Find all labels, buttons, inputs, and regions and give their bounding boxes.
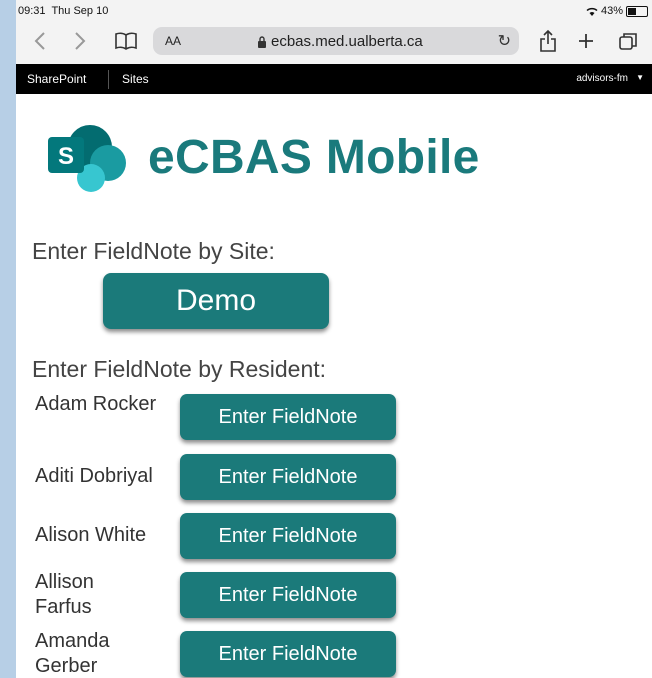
url-display[interactable]: ecbas.med.ualberta.ca	[257, 33, 423, 50]
wifi-icon	[586, 7, 598, 16]
resident-name: Amanda Gerber	[35, 630, 110, 677]
ipad-screen: 09:31 Thu Sep 10 43% AA ecbas.med.ualber…	[16, 0, 652, 678]
resident-name: Allison Farfus	[35, 571, 94, 618]
resident-row: Amanda Gerber Enter FieldNote	[16, 627, 652, 678]
tabs-icon[interactable]	[616, 26, 640, 56]
resident-row: Adam Rocker Enter FieldNote	[16, 390, 652, 446]
sharepoint-logo: S	[48, 125, 126, 192]
address-bar[interactable]: AA ecbas.med.ualberta.ca ↻	[153, 27, 519, 55]
status-bar: 09:31 Thu Sep 10 43%	[16, 0, 652, 20]
resident-name: Adam Rocker	[35, 393, 157, 415]
user-menu-chevron-icon[interactable]: ▼	[636, 73, 644, 82]
suite-bar-divider	[108, 70, 109, 89]
app-title: eCBAS Mobile	[148, 131, 480, 184]
battery-percent: 43%	[600, 5, 623, 17]
enter-fieldnote-button[interactable]: Enter FieldNote	[180, 572, 396, 618]
resident-row: Allison Farfus Enter FieldNote	[16, 568, 652, 624]
sites-link[interactable]: Sites	[122, 72, 149, 86]
enter-fieldnote-button[interactable]: Enter FieldNote	[180, 394, 396, 440]
svg-text:S: S	[58, 143, 74, 170]
sharepoint-link[interactable]: SharePoint	[27, 72, 86, 86]
enter-fieldnote-button[interactable]: Enter FieldNote	[180, 513, 396, 559]
user-menu[interactable]: advisors-fm	[576, 73, 628, 84]
new-tab-icon[interactable]	[574, 26, 598, 56]
forward-icon[interactable]	[68, 26, 92, 56]
status-time: 09:31	[18, 5, 46, 17]
browser-toolbar: AA ecbas.med.ualberta.ca ↻	[16, 20, 652, 64]
resident-row: Alison White Enter FieldNote	[16, 509, 652, 565]
url-text: ecbas.med.ualberta.ca	[271, 33, 423, 50]
bookmarks-icon[interactable]	[112, 26, 140, 56]
battery-icon	[626, 5, 648, 17]
status-right: 43%	[586, 5, 648, 17]
text-size-button[interactable]: AA	[165, 34, 181, 48]
sharepoint-suite-bar: SharePoint Sites advisors-fm ▼	[16, 64, 652, 94]
by-resident-heading: Enter FieldNote by Resident:	[32, 356, 327, 382]
status-date: Thu Sep 10	[51, 5, 109, 17]
resident-name: Aditi Dobriyal	[35, 465, 153, 487]
back-icon[interactable]	[28, 26, 52, 56]
demo-site-button[interactable]: Demo	[103, 273, 329, 329]
by-site-heading: Enter FieldNote by Site:	[32, 238, 275, 264]
lock-icon	[258, 35, 266, 48]
resident-name: Alison White	[35, 524, 147, 546]
resident-row: Aditi Dobriyal Enter FieldNote	[16, 450, 652, 506]
enter-fieldnote-button[interactable]: Enter FieldNote	[180, 454, 396, 500]
status-time-date: 09:31 Thu Sep 10	[18, 5, 108, 17]
enter-fieldnote-button[interactable]: Enter FieldNote	[180, 631, 396, 677]
reload-icon[interactable]: ↻	[498, 31, 511, 51]
share-icon[interactable]	[536, 26, 560, 56]
